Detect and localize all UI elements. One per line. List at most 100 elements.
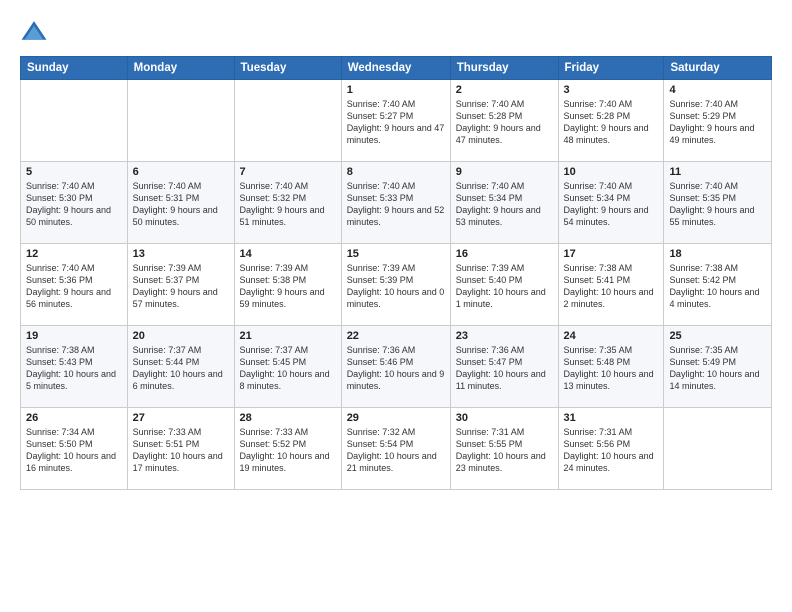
calendar-cell: 9Sunrise: 7:40 AM Sunset: 5:34 PM Daylig… <box>450 162 558 244</box>
day-info: Sunrise: 7:33 AM Sunset: 5:52 PM Dayligh… <box>240 426 336 475</box>
calendar-cell <box>234 80 341 162</box>
calendar-cell: 11 Sunrise: 7:40 AM Sunset: 5:35 PM Dayli… <box>664 162 772 244</box>
calendar-cell: 3Sunrise: 7:40 AM Sunset: 5:28 PM Daylig… <box>558 80 664 162</box>
day-number: 18 <box>669 248 766 260</box>
day-number: 17 <box>564 248 659 260</box>
calendar-cell: 15 Sunrise: 7:39 AM Sunset: 5:39 PM Dayli… <box>341 244 450 326</box>
day-info: Sunrise: 7:40 AM Sunset: 5:34 PM Dayligh… <box>564 180 659 229</box>
day-number: 22 <box>347 330 445 342</box>
calendar-day-header: Wednesday <box>341 57 450 80</box>
day-info: Sunrise: 7:37 AM Sunset: 5:44 PM Dayligh… <box>133 344 229 393</box>
calendar-cell: 25Sunrise: 7:35 AM Sunset: 5:49 PM Dayli… <box>664 326 772 408</box>
day-number: 5 <box>26 166 122 178</box>
calendar-day-header: Saturday <box>664 57 772 80</box>
day-info: Sunrise: 7:32 AM Sunset: 5:54 PM Dayligh… <box>347 426 445 475</box>
calendar-day-header: Thursday <box>450 57 558 80</box>
calendar-cell: 16 Sunrise: 7:39 AM Sunset: 5:40 PM Dayli… <box>450 244 558 326</box>
day-number: 26 <box>26 412 122 424</box>
day-number: 16 <box>456 248 553 260</box>
calendar-cell: 10 Sunrise: 7:40 AM Sunset: 5:34 PM Dayli… <box>558 162 664 244</box>
calendar-cell: 4 Sunrise: 7:40 AM Sunset: 5:29 PM Daylig… <box>664 80 772 162</box>
calendar-day-header: Monday <box>127 57 234 80</box>
day-number: 11 <box>669 166 766 178</box>
day-number: 15 <box>347 248 445 260</box>
calendar-cell: 13 Sunrise: 7:39 AM Sunset: 5:37 PM Dayli… <box>127 244 234 326</box>
calendar: SundayMondayTuesdayWednesdayThursdayFrid… <box>20 56 772 490</box>
day-number: 14 <box>240 248 336 260</box>
calendar-cell: 14 Sunrise: 7:39 AM Sunset: 5:38 PM Dayli… <box>234 244 341 326</box>
calendar-cell: 23 Sunrise: 7:36 AM Sunset: 5:47 PM Dayli… <box>450 326 558 408</box>
day-number: 7 <box>240 166 336 178</box>
day-info: Sunrise: 7:40 AM Sunset: 5:31 PM Dayligh… <box>133 180 229 229</box>
day-number: 29 <box>347 412 445 424</box>
header <box>20 18 772 46</box>
day-info: Sunrise: 7:38 AM Sunset: 5:42 PM Dayligh… <box>669 262 766 311</box>
day-number: 12 <box>26 248 122 260</box>
calendar-cell: 31Sunrise: 7:31 AM Sunset: 5:56 PM Dayli… <box>558 408 664 490</box>
calendar-cell: 1 Sunrise: 7:40 AM Sunset: 5:27 PM Daylig… <box>341 80 450 162</box>
day-info: Sunrise: 7:40 AM Sunset: 5:27 PM Dayligh… <box>347 98 445 147</box>
day-number: 27 <box>133 412 229 424</box>
day-info: Sunrise: 7:39 AM Sunset: 5:39 PM Dayligh… <box>347 262 445 311</box>
day-number: 23 <box>456 330 553 342</box>
calendar-cell: 8Sunrise: 7:40 AM Sunset: 5:33 PM Daylig… <box>341 162 450 244</box>
day-number: 31 <box>564 412 659 424</box>
day-number: 24 <box>564 330 659 342</box>
day-number: 10 <box>564 166 659 178</box>
calendar-week-row: 19Sunrise: 7:38 AM Sunset: 5:43 PM Dayli… <box>21 326 772 408</box>
day-number: 20 <box>133 330 229 342</box>
day-info: Sunrise: 7:40 AM Sunset: 5:29 PM Dayligh… <box>669 98 766 147</box>
calendar-cell: 29 Sunrise: 7:32 AM Sunset: 5:54 PM Dayli… <box>341 408 450 490</box>
calendar-cell: 26 Sunrise: 7:34 AM Sunset: 5:50 PM Dayli… <box>21 408 128 490</box>
calendar-header-row: SundayMondayTuesdayWednesdayThursdayFrid… <box>21 57 772 80</box>
calendar-cell <box>664 408 772 490</box>
day-number: 30 <box>456 412 553 424</box>
day-number: 19 <box>26 330 122 342</box>
day-number: 21 <box>240 330 336 342</box>
calendar-cell: 7Sunrise: 7:40 AM Sunset: 5:32 PM Daylig… <box>234 162 341 244</box>
day-info: Sunrise: 7:37 AM Sunset: 5:45 PM Dayligh… <box>240 344 336 393</box>
day-info: Sunrise: 7:40 AM Sunset: 5:34 PM Dayligh… <box>456 180 553 229</box>
calendar-cell: 30 Sunrise: 7:31 AM Sunset: 5:55 PM Dayli… <box>450 408 558 490</box>
day-info: Sunrise: 7:39 AM Sunset: 5:37 PM Dayligh… <box>133 262 229 311</box>
calendar-day-header: Sunday <box>21 57 128 80</box>
calendar-cell: 12Sunrise: 7:40 AM Sunset: 5:36 PM Dayli… <box>21 244 128 326</box>
day-number: 2 <box>456 84 553 96</box>
day-number: 1 <box>347 84 445 96</box>
day-number: 28 <box>240 412 336 424</box>
day-info: Sunrise: 7:35 AM Sunset: 5:48 PM Dayligh… <box>564 344 659 393</box>
page: SundayMondayTuesdayWednesdayThursdayFrid… <box>0 0 792 612</box>
calendar-cell <box>21 80 128 162</box>
calendar-cell: 20 Sunrise: 7:37 AM Sunset: 5:44 PM Dayli… <box>127 326 234 408</box>
calendar-week-row: 26 Sunrise: 7:34 AM Sunset: 5:50 PM Dayli… <box>21 408 772 490</box>
day-info: Sunrise: 7:39 AM Sunset: 5:40 PM Dayligh… <box>456 262 553 311</box>
day-info: Sunrise: 7:31 AM Sunset: 5:55 PM Dayligh… <box>456 426 553 475</box>
calendar-week-row: 5Sunrise: 7:40 AM Sunset: 5:30 PM Daylig… <box>21 162 772 244</box>
day-number: 8 <box>347 166 445 178</box>
day-number: 6 <box>133 166 229 178</box>
day-info: Sunrise: 7:36 AM Sunset: 5:46 PM Dayligh… <box>347 344 445 393</box>
logo-icon <box>20 18 48 46</box>
day-info: Sunrise: 7:36 AM Sunset: 5:47 PM Dayligh… <box>456 344 553 393</box>
day-number: 4 <box>669 84 766 96</box>
day-number: 13 <box>133 248 229 260</box>
calendar-cell: 22 Sunrise: 7:36 AM Sunset: 5:46 PM Dayli… <box>341 326 450 408</box>
calendar-cell: 19Sunrise: 7:38 AM Sunset: 5:43 PM Dayli… <box>21 326 128 408</box>
day-info: Sunrise: 7:39 AM Sunset: 5:38 PM Dayligh… <box>240 262 336 311</box>
calendar-cell: 2Sunrise: 7:40 AM Sunset: 5:28 PM Daylig… <box>450 80 558 162</box>
calendar-cell: 27Sunrise: 7:33 AM Sunset: 5:51 PM Dayli… <box>127 408 234 490</box>
calendar-cell: 18 Sunrise: 7:38 AM Sunset: 5:42 PM Dayli… <box>664 244 772 326</box>
calendar-day-header: Friday <box>558 57 664 80</box>
day-info: Sunrise: 7:40 AM Sunset: 5:35 PM Dayligh… <box>669 180 766 229</box>
day-info: Sunrise: 7:40 AM Sunset: 5:28 PM Dayligh… <box>564 98 659 147</box>
calendar-cell: 24 Sunrise: 7:35 AM Sunset: 5:48 PM Dayli… <box>558 326 664 408</box>
day-info: Sunrise: 7:34 AM Sunset: 5:50 PM Dayligh… <box>26 426 122 475</box>
calendar-week-row: 12Sunrise: 7:40 AM Sunset: 5:36 PM Dayli… <box>21 244 772 326</box>
logo <box>20 18 52 46</box>
calendar-cell: 21 Sunrise: 7:37 AM Sunset: 5:45 PM Dayli… <box>234 326 341 408</box>
calendar-cell: 5Sunrise: 7:40 AM Sunset: 5:30 PM Daylig… <box>21 162 128 244</box>
day-info: Sunrise: 7:38 AM Sunset: 5:41 PM Dayligh… <box>564 262 659 311</box>
day-info: Sunrise: 7:35 AM Sunset: 5:49 PM Dayligh… <box>669 344 766 393</box>
calendar-cell: 6 Sunrise: 7:40 AM Sunset: 5:31 PM Daylig… <box>127 162 234 244</box>
calendar-cell: 28 Sunrise: 7:33 AM Sunset: 5:52 PM Dayli… <box>234 408 341 490</box>
